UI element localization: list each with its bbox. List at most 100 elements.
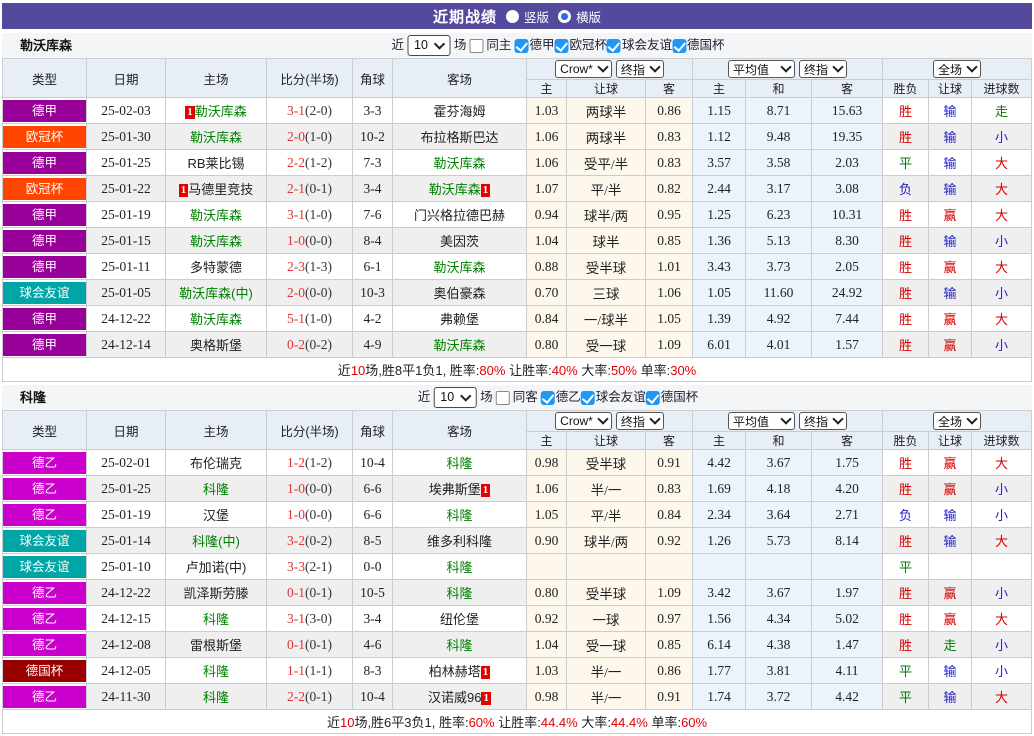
league-checkbox-欧冠杯[interactable]: 欧冠杯	[554, 33, 607, 58]
fulltime-score: 1-2	[287, 455, 305, 470]
subcol-6: 胜负	[883, 432, 929, 450]
summary-part: 单率:	[637, 363, 670, 378]
match-date: 25-01-19	[87, 202, 166, 228]
handicap: 一/球半	[567, 306, 646, 332]
same-venue-checkbox[interactable]: 同客	[496, 385, 538, 410]
checkbox-unchecked-icon[interactable]	[496, 391, 510, 405]
avg-draw: 4.92	[746, 306, 812, 332]
odds-home: 1.04	[527, 632, 567, 658]
odds-source-select[interactable]: Crow*	[555, 412, 612, 430]
scope-select[interactable]: 全场	[933, 412, 981, 430]
league-type: 德甲	[3, 98, 87, 124]
checkbox-checked-icon[interactable]	[514, 39, 528, 53]
home-team: 卢加诺(中)	[166, 554, 267, 580]
result-outcome: 胜	[883, 280, 929, 306]
league-type: 球会友谊	[3, 528, 87, 554]
avg-final-select[interactable]: 终指	[799, 412, 847, 430]
league-type: 球会友谊	[3, 554, 87, 580]
team-header-row: 科隆 近 10 场 同客 德乙球会友谊德国杯	[2, 385, 1032, 410]
recent-count-select[interactable]: 10	[433, 387, 477, 408]
league-type-badge: 球会友谊	[3, 282, 86, 304]
match-row: 德乙25-02-01布伦瑞克1-2(1-2)10-4科隆0.98受半球0.914…	[3, 450, 1032, 476]
checkbox-unchecked-icon[interactable]	[469, 39, 483, 53]
summary-part: 30%	[670, 363, 696, 378]
odds-final-select[interactable]: 终指	[616, 412, 664, 430]
halftime-score: (1-0)	[305, 311, 332, 326]
match-row: 球会友谊25-01-10卢加诺(中)3-3(2-1)0-0科隆平	[3, 554, 1032, 580]
odds-away: 0.83	[646, 476, 693, 502]
odds-away: 0.91	[646, 450, 693, 476]
result-handicap: 输	[929, 150, 972, 176]
result-goals: 小	[972, 580, 1032, 606]
odds-away: 0.97	[646, 606, 693, 632]
league-checkbox-德国杯[interactable]: 德国杯	[672, 33, 725, 58]
avg-home: 6.14	[693, 632, 746, 658]
result-handicap: 赢	[929, 254, 972, 280]
match-date: 24-12-08	[87, 632, 166, 658]
league-checkbox-球会友谊[interactable]: 球会友谊	[581, 385, 646, 410]
home-team-name: 多特蒙德	[190, 260, 242, 275]
handicap: 球半/两	[567, 202, 646, 228]
match-date: 25-02-01	[87, 450, 166, 476]
avg-home: 3.42	[693, 580, 746, 606]
league-type: 德乙	[3, 476, 87, 502]
home-team: 布伦瑞克	[166, 450, 267, 476]
avg-home: 1.74	[693, 684, 746, 710]
league-type-badge: 球会友谊	[3, 556, 86, 578]
halftime-score: (0-0)	[305, 233, 332, 248]
league-type-badge: 德甲	[3, 230, 86, 252]
radio-checked-icon[interactable]	[558, 10, 571, 23]
home-team: 勒沃库森	[166, 228, 267, 254]
home-team-name: 勒沃库森	[190, 130, 242, 145]
checkbox-checked-icon[interactable]	[646, 391, 660, 405]
checkbox-checked-icon[interactable]	[672, 39, 686, 53]
odds-source-select[interactable]: Crow*	[555, 60, 612, 78]
radio-unchecked-icon[interactable]	[506, 10, 519, 23]
league-checkbox-德国杯[interactable]: 德国杯	[646, 385, 699, 410]
subcol-5: 客	[812, 432, 883, 450]
avg-final-select[interactable]: 终指	[799, 60, 847, 78]
checkbox-checked-icon[interactable]	[607, 39, 621, 53]
avg-source-select[interactable]: 平均值	[728, 60, 795, 78]
checkbox-checked-icon[interactable]	[581, 391, 595, 405]
recent-count-select[interactable]: 10	[407, 35, 451, 56]
checkbox-checked-icon[interactable]	[554, 39, 568, 53]
scope-select[interactable]: 全场	[933, 60, 981, 78]
away-team: 勒沃库森	[393, 254, 527, 280]
radio-vertical-option[interactable]: 竖版	[506, 7, 549, 26]
page-title: 近期战绩	[433, 6, 497, 27]
avg-home: 6.01	[693, 332, 746, 358]
chevron-down-icon	[461, 390, 472, 401]
home-team-name: 勒沃库森	[190, 234, 242, 249]
result-handicap: 输	[929, 228, 972, 254]
match-date: 24-12-14	[87, 332, 166, 358]
home-team: 勒沃库森(中)	[166, 280, 267, 306]
checkbox-checked-icon[interactable]	[541, 391, 555, 405]
result-outcome: 胜	[883, 228, 929, 254]
avg-home: 1.77	[693, 658, 746, 684]
radio-horizontal-option[interactable]: 横版	[558, 7, 601, 26]
handicap: 受一球	[567, 332, 646, 358]
col-type: 类型	[3, 411, 87, 450]
result-goals: 小	[972, 476, 1032, 502]
odds-away: 0.92	[646, 528, 693, 554]
halftime-score: (1-1)	[305, 663, 332, 678]
league-checkbox-德甲[interactable]: 德甲	[514, 33, 554, 58]
avg-draw: 5.13	[746, 228, 812, 254]
handicap: 半/一	[567, 684, 646, 710]
odds-away: 0.95	[646, 202, 693, 228]
result-goals: 大	[972, 606, 1032, 632]
corners: 10-4	[353, 684, 393, 710]
league-checkbox-德乙[interactable]: 德乙	[541, 385, 581, 410]
fulltime-score: 2-1	[287, 181, 305, 196]
subcol-8: 进球数	[972, 432, 1032, 450]
league-label: 德甲	[529, 33, 554, 58]
result-outcome: 负	[883, 502, 929, 528]
avg-source-select[interactable]: 平均值	[728, 412, 795, 430]
result-outcome: 平	[883, 684, 929, 710]
subcol-4: 和	[746, 432, 812, 450]
odds-final-select[interactable]: 终指	[616, 60, 664, 78]
same-venue-checkbox[interactable]: 同主	[469, 33, 511, 58]
league-checkbox-球会友谊[interactable]: 球会友谊	[607, 33, 672, 58]
home-team: 科隆	[166, 476, 267, 502]
